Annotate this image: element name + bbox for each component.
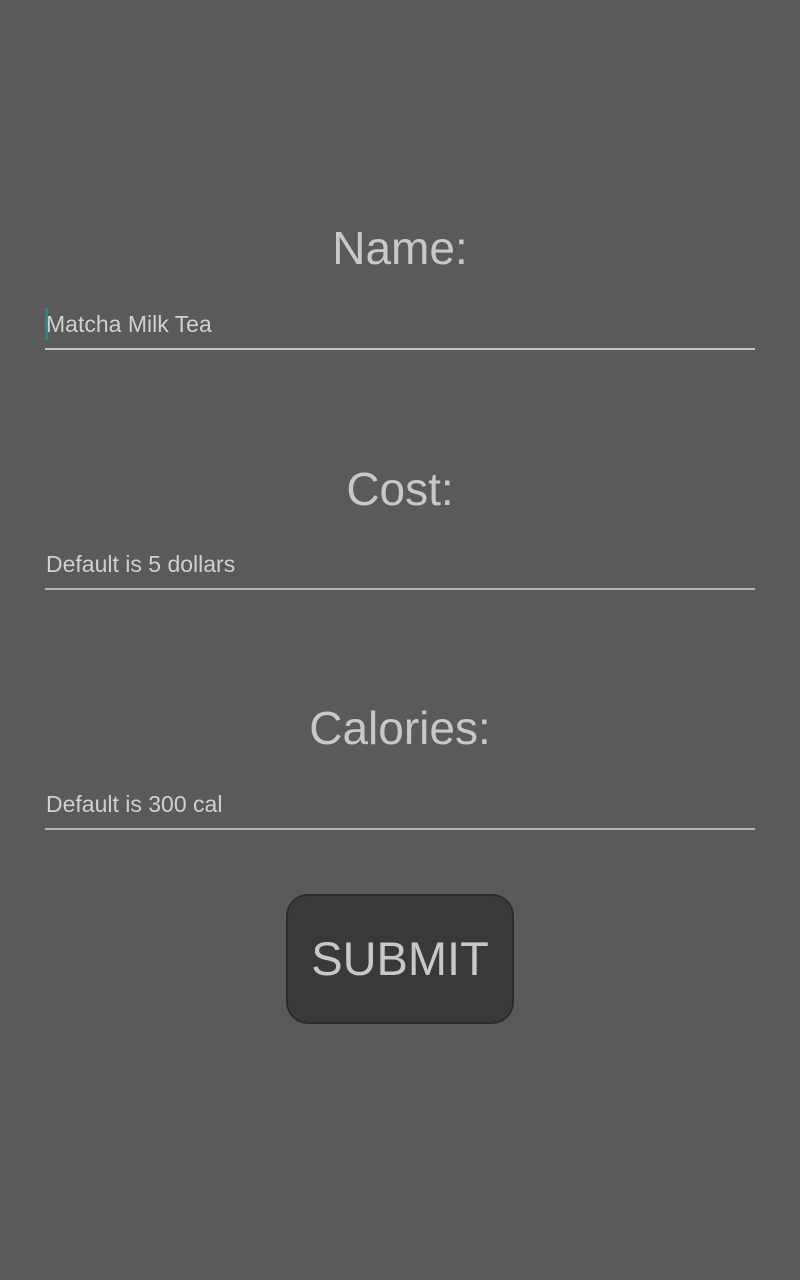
cost-label: Cost: [346, 463, 454, 515]
calories-label: Calories: [309, 702, 491, 754]
name-input[interactable] [45, 306, 746, 342]
cost-field-container [45, 542, 755, 590]
calories-field-container [45, 782, 755, 830]
cost-input[interactable] [45, 546, 746, 582]
name-field-container [45, 302, 755, 350]
name-label: Name: [332, 222, 468, 274]
calories-input[interactable] [45, 786, 746, 822]
submit-button[interactable]: SUBMIT [286, 894, 514, 1024]
